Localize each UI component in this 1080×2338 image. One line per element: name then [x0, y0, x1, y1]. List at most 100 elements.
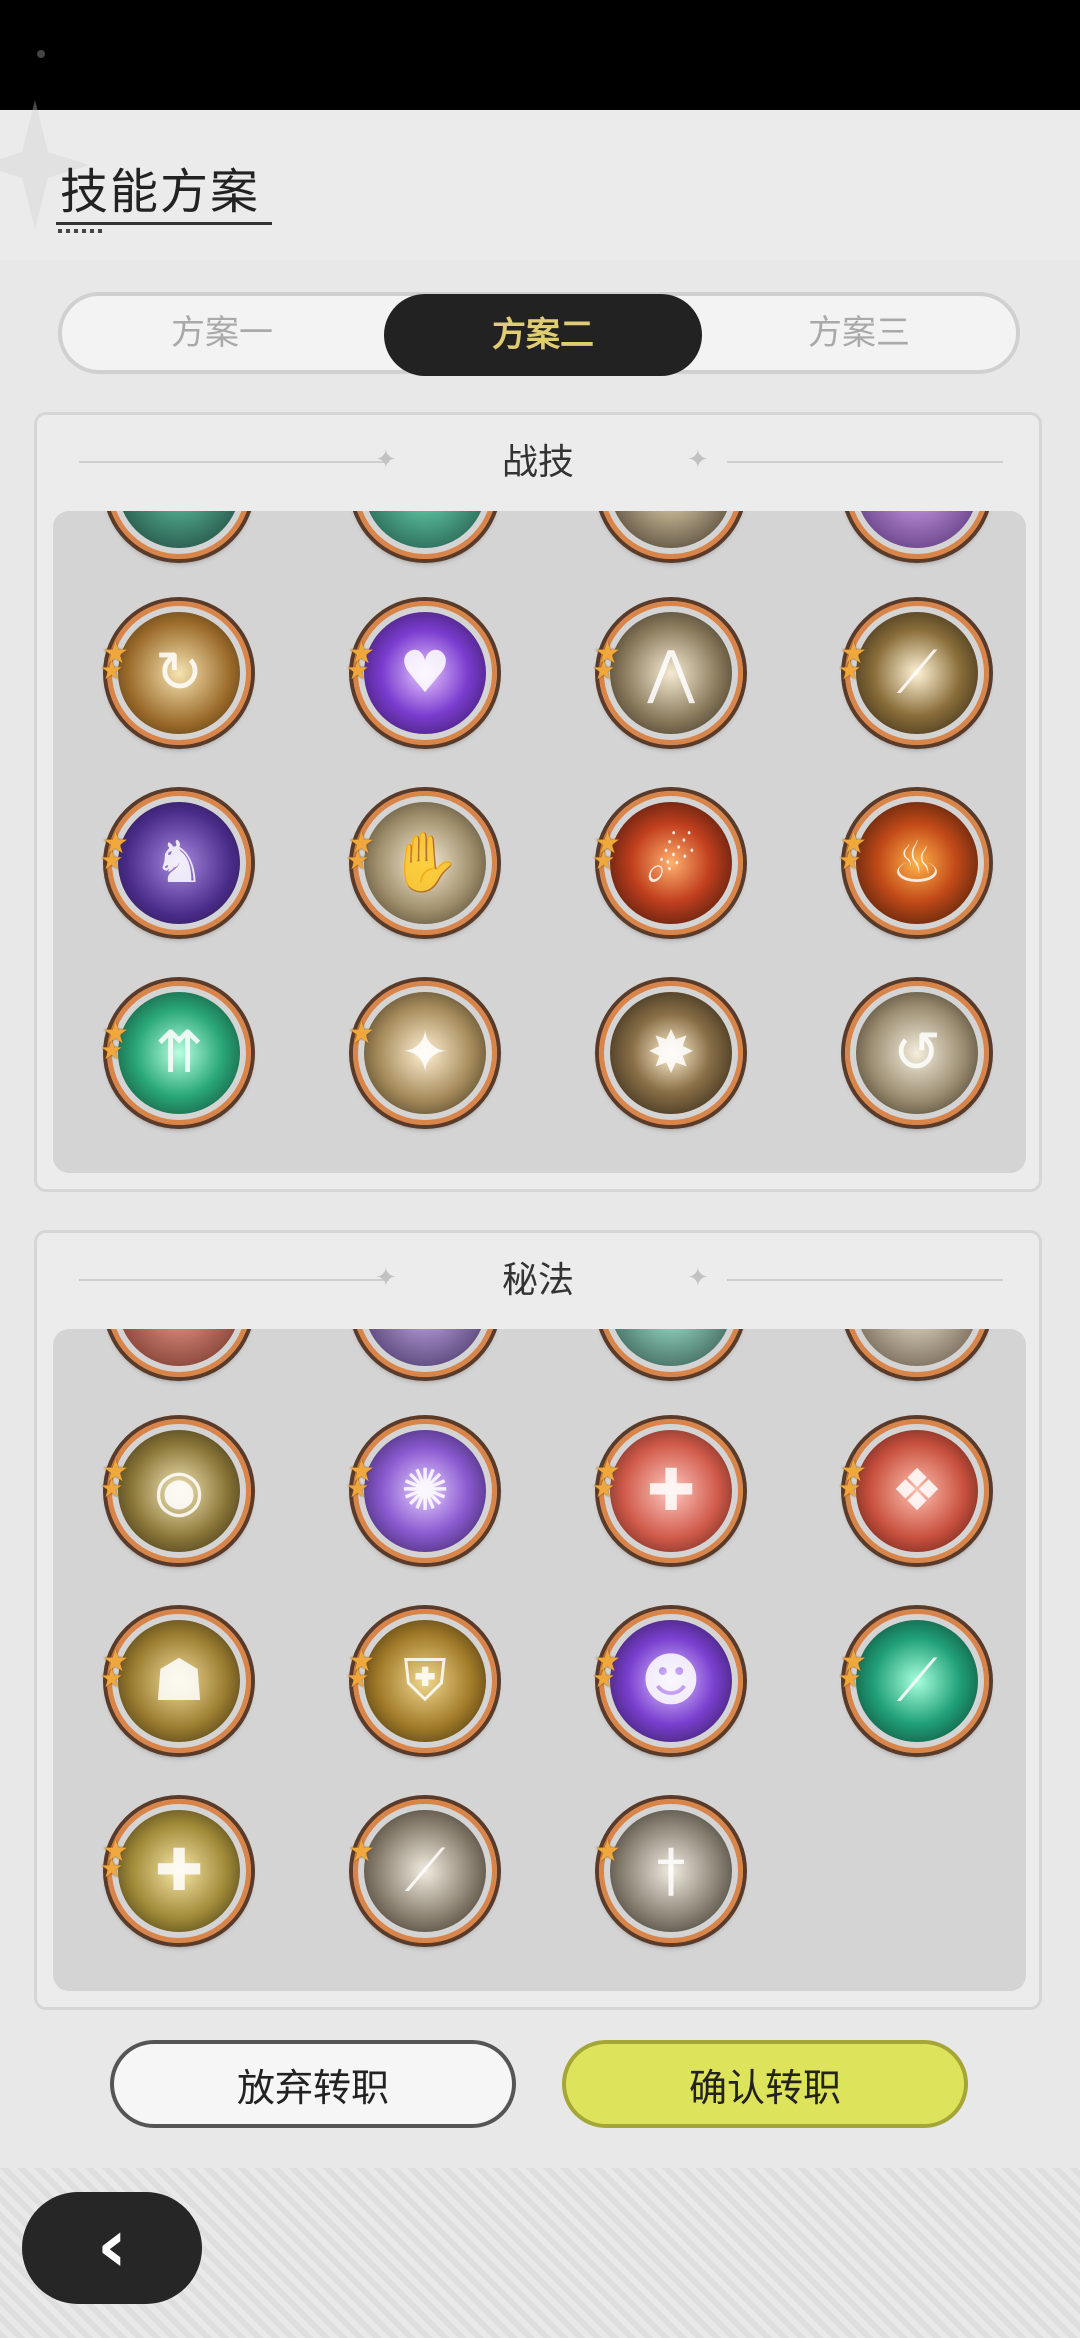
secret-arts-panel: ✦ 秘法 ✦ ◉ ★ ★ ✺ ★ ★ ✚ ★ ★ ❖ ★ ★ ☗ ★ ★ ⛨ ★ ★ ☻ ★ ★ ⟋ ★ ★ ✚…: [34, 1230, 1042, 2010]
sword-icon: †: [656, 1836, 686, 1904]
confirm-job-change-button[interactable]: 确认转职: [562, 2040, 968, 2128]
blade-icon: ⟋: [404, 1836, 446, 1904]
guardian-icon: ☗: [153, 1646, 205, 1714]
divider-line: [727, 1279, 1003, 1281]
skill-icon[interactable]: [353, 511, 497, 559]
person-icon: ☻: [640, 1646, 702, 1714]
secret-arts-header: ✦ 秘法 ✦: [37, 1233, 1039, 1323]
plan-tabs: 方案一 方案二 方案三: [58, 292, 1020, 376]
secret-arts-title: 秘法: [501, 1260, 574, 1301]
skill-icon-jade-blade[interactable]: ⟋ ★ ★: [838, 1609, 989, 1753]
tab-plan-2[interactable]: 方案二: [384, 294, 702, 376]
star-icon: ★: [346, 1664, 370, 1694]
star-icon: ★: [838, 656, 862, 686]
swirl-icon: ↻: [154, 638, 204, 706]
title-underline: [56, 222, 272, 225]
blade-icon: ⟋: [896, 1646, 938, 1714]
skill-icon-flame[interactable]: ♨ ★ ★: [838, 791, 989, 935]
sword-plus-icon: ✚: [646, 1456, 696, 1524]
title-dots: [58, 229, 106, 233]
burst-icon: ✸: [646, 1018, 696, 1086]
armor-icon: ⛨: [403, 1646, 447, 1714]
skill-icon-light-pillars[interactable]: ⋀ ★ ★: [592, 601, 743, 745]
heart-icon: ♥: [399, 638, 451, 706]
combat-skills-title: 战技: [501, 442, 574, 483]
star-icon: ★: [100, 1664, 124, 1694]
whirlwind-icon: ↺: [892, 1018, 942, 1086]
arc-icon: ☄: [645, 828, 697, 896]
figure-icon: ♞: [153, 828, 205, 896]
sparkle-icon: ✦: [687, 1263, 709, 1293]
skill-icon-fire-arc[interactable]: ☄ ★ ★: [592, 791, 743, 935]
orb-icon: ✺: [400, 1456, 450, 1524]
skill-icon[interactable]: [845, 1329, 989, 1377]
skill-icon-sword-thrust[interactable]: ✦ ★: [348, 981, 497, 1125]
sparkle-blade-icon: ✦: [400, 1018, 450, 1086]
skill-icon-green-arrows[interactable]: ⇈ ★ ★: [100, 981, 251, 1125]
skill-icon[interactable]: [845, 511, 989, 559]
star-icon: ★: [594, 1834, 621, 1869]
divider-line: [727, 461, 1003, 463]
skill-icon-slash[interactable]: ⟋ ★ ★: [838, 601, 989, 745]
star-icon: ★: [592, 846, 616, 876]
skill-icon[interactable]: [107, 1329, 251, 1377]
tab-plan-3[interactable]: 方案三: [702, 296, 1016, 370]
star-icon: ★: [346, 656, 370, 686]
skill-icon-burst[interactable]: ✸: [599, 981, 743, 1125]
skill-icon-red-sword-heal[interactable]: ✚ ★ ★: [592, 1419, 743, 1563]
skill-icon-stone-blade[interactable]: ⟋ ★: [348, 1799, 497, 1943]
pillars-icon: ⋀: [647, 638, 695, 706]
skill-icon[interactable]: [353, 1329, 497, 1377]
star-icon: ★: [838, 1664, 862, 1694]
star-icon: ★: [346, 846, 370, 876]
skill-icon-red-shards[interactable]: ❖ ★ ★: [838, 1419, 989, 1563]
star-icon: ★: [100, 846, 124, 876]
star-icon: ★: [100, 1036, 124, 1066]
skill-icon-whirlwind[interactable]: ↺: [845, 981, 989, 1125]
page-title: 技能方案: [60, 164, 261, 220]
star-icon: ★: [838, 846, 862, 876]
abandon-job-change-button[interactable]: 放弃转职: [110, 2040, 516, 2128]
skill-icon[interactable]: [599, 1329, 743, 1377]
skill-icon[interactable]: [599, 511, 743, 559]
arrows-up-icon: ⇈: [154, 1018, 204, 1086]
hand-icon: ✋: [388, 828, 462, 896]
star-icon: ★: [838, 1474, 862, 1504]
skill-icon-golden-swirl[interactable]: ↻ ★ ★: [100, 601, 251, 745]
star-icon: ★: [592, 1474, 616, 1504]
skill-icon-upright-sword[interactable]: † ★: [594, 1799, 743, 1943]
star-icon: ★: [348, 1016, 375, 1051]
skill-icon[interactable]: [107, 511, 251, 559]
back-button[interactable]: ‹: [22, 2192, 202, 2304]
star-icon: ★: [348, 1834, 375, 1869]
star-icon: ★: [100, 1854, 124, 1884]
tab-plan-1[interactable]: 方案一: [62, 296, 382, 370]
skill-icon-golden-heal[interactable]: ✚ ★ ★: [100, 1799, 251, 1943]
skill-icon-eye[interactable]: ◉ ★ ★: [100, 1419, 251, 1563]
star-icon: ★: [592, 1664, 616, 1694]
chevron-left-icon: ‹: [96, 2203, 128, 2289]
star-icon: ★: [100, 656, 124, 686]
skill-icon-hand-strike[interactable]: ✋ ★ ★: [346, 791, 497, 935]
skill-icon-golden-guardian[interactable]: ☗ ★ ★: [100, 1609, 251, 1753]
eye-icon: ◉: [153, 1456, 205, 1524]
sparkle-icon: ✦: [687, 445, 709, 475]
status-bar: [0, 0, 1080, 110]
star-icon: ★: [592, 656, 616, 686]
star-icon: ★: [100, 1474, 124, 1504]
combat-skills-grid[interactable]: ↻ ★ ★ ♥ ★ ★ ⋀ ★ ★ ⟋ ★ ★ ♞ ★ ★ ✋ ★ ★ ☄ ★ ★ ♨ ★ ★ ⇈ ★ ★ ✦ ★ ✸…: [53, 511, 1026, 1173]
skill-icon-violet-heart[interactable]: ♥ ★ ★: [346, 601, 497, 745]
flame-icon: ♨: [891, 828, 943, 896]
skill-icon-violet-figure[interactable]: ☻ ★ ★: [592, 1609, 743, 1753]
heal-icon: ✚: [154, 1836, 204, 1904]
skill-icon-arcane-orb[interactable]: ✺ ★ ★: [346, 1419, 497, 1563]
shards-icon: ❖: [891, 1456, 943, 1524]
combat-skills-header: ✦ 战技 ✦: [37, 415, 1039, 505]
skill-icon-shadow-figure[interactable]: ♞ ★ ★: [100, 791, 251, 935]
status-dot: [37, 50, 45, 58]
secret-arts-grid[interactable]: ◉ ★ ★ ✺ ★ ★ ✚ ★ ★ ❖ ★ ★ ☗ ★ ★ ⛨ ★ ★ ☻ ★ ★ ⟋ ★ ★ ✚ ★ ★ ⟋ ★ †…: [53, 1329, 1026, 1991]
combat-skills-panel: ✦ 战技 ✦ ↻ ★ ★ ♥ ★ ★ ⋀ ★ ★ ⟋ ★ ★ ♞ ★ ★ ✋ ★ ★ ☄ ★ ★ ♨ ★ ★ ⇈…: [34, 412, 1042, 1192]
skill-icon-armor[interactable]: ⛨ ★ ★: [346, 1609, 497, 1753]
star-icon: ★: [346, 1474, 370, 1504]
slash-icon: ⟋: [896, 638, 938, 706]
